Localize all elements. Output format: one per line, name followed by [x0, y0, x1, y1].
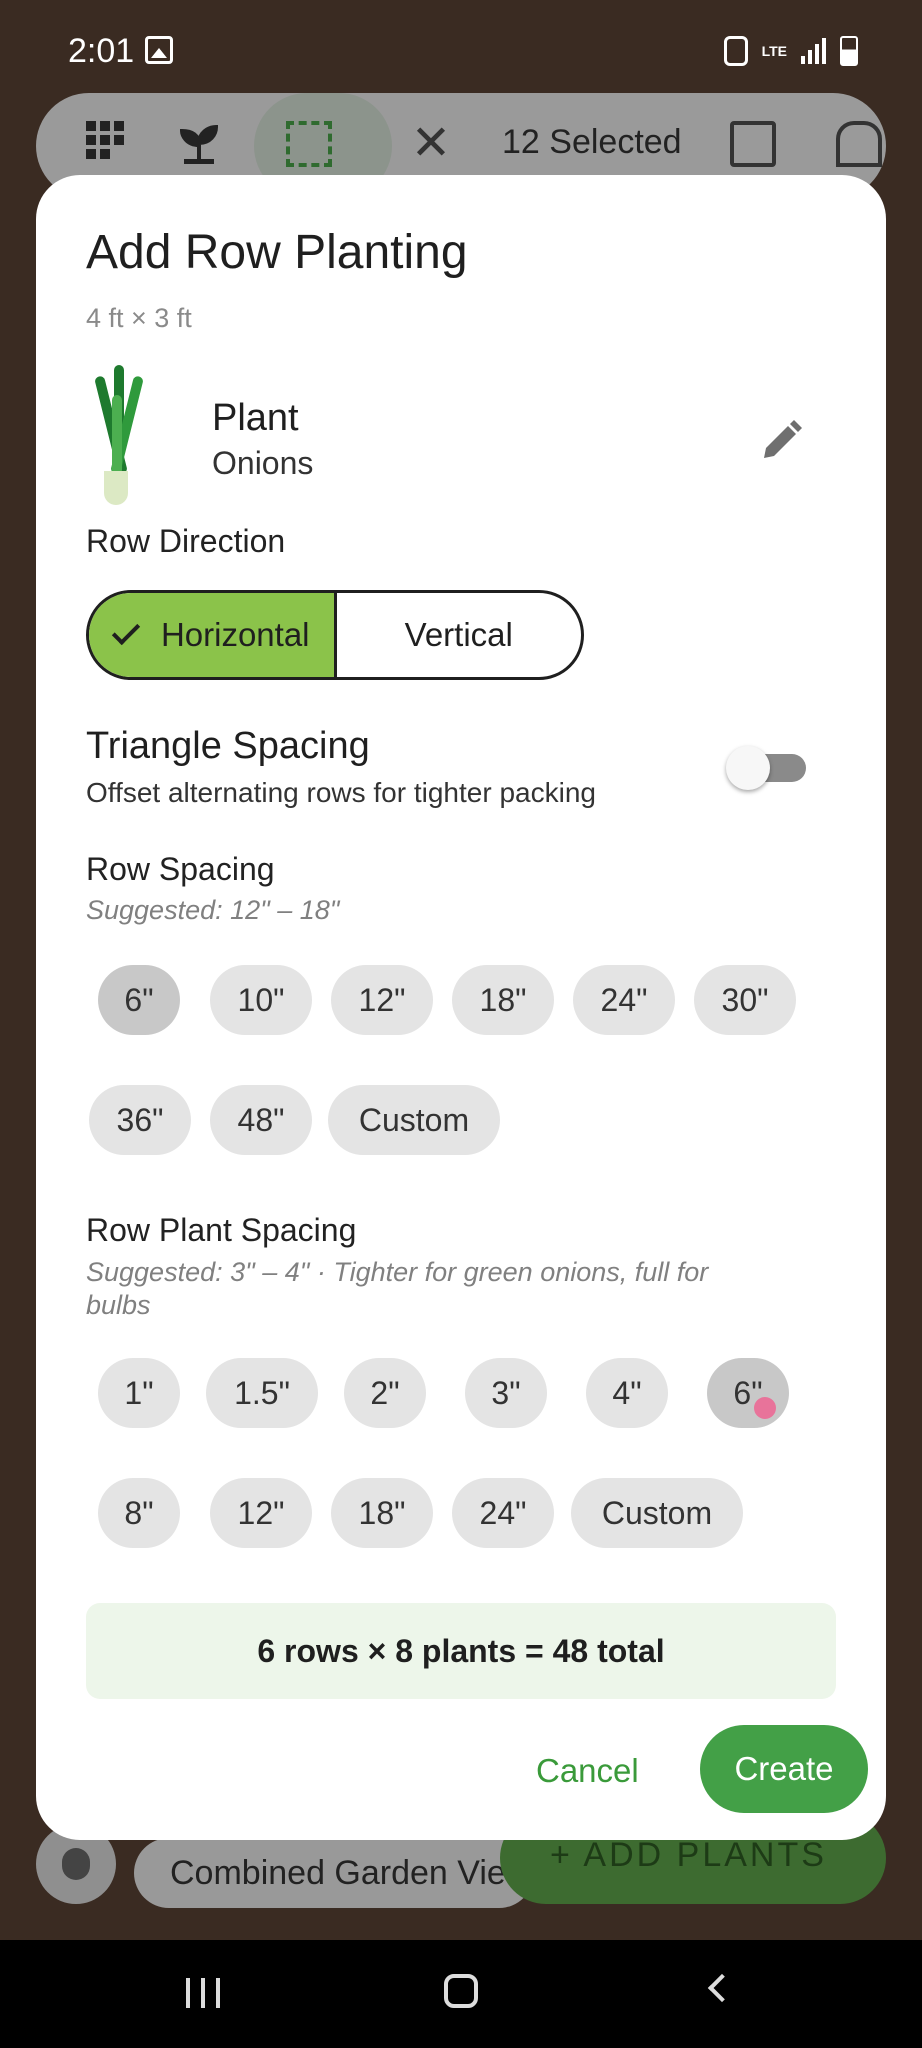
- recent-apps-icon[interactable]: [186, 1978, 220, 2008]
- row-spacing-label: Row Spacing: [86, 851, 275, 887]
- signal-icon: [801, 38, 826, 64]
- sprout-icon[interactable]: [176, 121, 222, 167]
- plant-name: Onions: [212, 445, 314, 481]
- battery-icon: [840, 36, 858, 66]
- plant-spacing-chip[interactable]: 8": [98, 1478, 180, 1548]
- row-spacing-chip[interactable]: 36": [89, 1085, 191, 1155]
- row-spacing-chip[interactable]: 48": [210, 1085, 312, 1155]
- row-direction-label: Row Direction: [86, 523, 286, 559]
- onion-plant-icon: [84, 365, 154, 505]
- horizontal-option[interactable]: Horizontal: [89, 593, 337, 677]
- select-area-icon[interactable]: [286, 121, 332, 167]
- switch-knob: [726, 746, 770, 790]
- row-spacing-chip[interactable]: 18": [452, 965, 554, 1035]
- create-button[interactable]: Create: [700, 1725, 868, 1813]
- row-direction-toggle: Horizontal Vertical: [86, 590, 584, 680]
- back-icon[interactable]: [707, 1973, 737, 2003]
- row-plant-spacing-hint: Suggested: 3" – 4" · Tighter for green o…: [86, 1257, 709, 1287]
- edit-pencil-icon[interactable]: [760, 420, 802, 462]
- plant-spacing-chip[interactable]: 1.5": [206, 1358, 318, 1428]
- row-spacing-hint: Suggested: 12" – 18": [86, 895, 340, 925]
- barn-icon[interactable]: [836, 121, 882, 167]
- garden-view-label: Combined Garden Vie: [170, 1854, 506, 1892]
- close-icon[interactable]: ✕: [408, 120, 454, 168]
- row-spacing-chip[interactable]: 30": [694, 965, 796, 1035]
- row-spacing-chip[interactable]: 24": [573, 965, 675, 1035]
- row-spacing-chip[interactable]: 10": [210, 965, 312, 1035]
- row-plant-spacing-label: Row Plant Spacing: [86, 1212, 357, 1248]
- selected-count: 12 Selected: [502, 123, 682, 161]
- vertical-option[interactable]: Vertical: [337, 593, 582, 677]
- add-plants-label: + ADD PLANTS: [550, 1836, 827, 1874]
- plant-spacing-custom-chip[interactable]: Custom: [571, 1478, 743, 1548]
- add-document-icon[interactable]: [730, 121, 776, 167]
- bed-size: 4 ft × 3 ft: [86, 303, 192, 333]
- system-nav-bar: [0, 1940, 922, 2048]
- cancel-button[interactable]: Cancel: [536, 1752, 639, 1790]
- horizontal-label: Horizontal: [160, 616, 310, 653]
- row-plant-spacing-hint-continued: bulbs: [86, 1290, 151, 1320]
- gallery-notification-icon: [145, 36, 173, 64]
- garden-view-selector[interactable]: Combined Garden Vie: [134, 1838, 534, 1908]
- plant-spacing-chip[interactable]: 1": [98, 1358, 180, 1428]
- nfc-icon: [723, 36, 748, 66]
- plant-spacing-chip[interactable]: 24": [452, 1478, 554, 1548]
- triangle-spacing-switch[interactable]: [726, 746, 806, 790]
- plant-spacing-chip[interactable]: 18": [331, 1478, 433, 1548]
- home-icon[interactable]: [444, 1974, 478, 2008]
- row-spacing-chip[interactable]: 12": [331, 965, 433, 1035]
- plant-spacing-chip[interactable]: 3": [465, 1358, 547, 1428]
- dialog-title: Add Row Planting: [86, 226, 468, 279]
- triangle-spacing-title: Triangle Spacing: [86, 725, 370, 767]
- status-time: 2:01: [68, 32, 135, 70]
- plant-label: Plant: [212, 397, 299, 439]
- plant-spacing-chip[interactable]: 2": [344, 1358, 426, 1428]
- add-grid-icon[interactable]: [86, 121, 132, 167]
- plant-spacing-chip[interactable]: 4": [586, 1358, 668, 1428]
- row-spacing-chip[interactable]: 6": [98, 965, 180, 1035]
- status-icons: LTE: [723, 36, 858, 66]
- add-row-planting-dialog: Add Row Planting 4 ft × 3 ft Plant Onion…: [36, 175, 886, 1840]
- touch-indicator: [754, 1397, 776, 1419]
- vertical-label: Vertical: [404, 616, 513, 653]
- planting-summary: 6 rows × 8 plants = 48 total: [86, 1603, 836, 1699]
- triangle-spacing-subtitle: Offset alternating rows for tighter pack…: [86, 777, 596, 808]
- check-icon: [111, 616, 141, 646]
- plant-spacing-chip[interactable]: 12": [210, 1478, 312, 1548]
- row-spacing-custom-chip[interactable]: Custom: [328, 1085, 500, 1155]
- status-bar: 2:01 LTE: [0, 0, 922, 100]
- plant-spacing-chip[interactable]: 6": [707, 1358, 789, 1428]
- lte-icon: LTE: [761, 43, 787, 59]
